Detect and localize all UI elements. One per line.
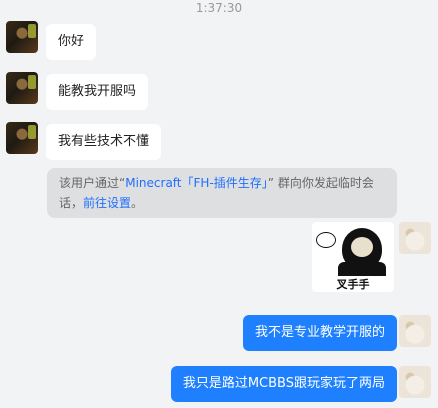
self-avatar[interactable] xyxy=(399,315,431,347)
go-to-settings-link[interactable]: 前往设置 xyxy=(83,196,131,210)
incoming-message: 能教我开服吗 xyxy=(46,74,149,110)
notice-prefix: 该用户通过 xyxy=(59,176,120,190)
contact-avatar[interactable] xyxy=(6,72,38,104)
notice-end: 。 xyxy=(131,196,144,210)
temp-session-notice: 该用户通过“Minecraft「FH-插件生存」” 群向你发起临时会话，前往设置… xyxy=(47,168,397,218)
contact-avatar[interactable] xyxy=(6,122,38,154)
incoming-message: 你好 xyxy=(46,24,97,60)
outgoing-message: 我不是专业教学开服的 xyxy=(242,315,397,351)
incoming-message: 我有些技术不懂 xyxy=(46,124,162,160)
panda-meme-body xyxy=(338,262,386,276)
sticker-caption: 叉手手 xyxy=(336,278,370,291)
chat-timestamp: 1:37:30 xyxy=(195,1,243,15)
outgoing-message: 我只是路过MCBBS跟玩家玩了两局 xyxy=(170,366,397,402)
sticker-message[interactable]: 叉手手 xyxy=(312,222,394,292)
self-avatar[interactable] xyxy=(399,366,431,398)
sticker-smoke-icon xyxy=(316,232,336,248)
contact-avatar[interactable] xyxy=(6,21,38,53)
self-avatar[interactable] xyxy=(399,222,431,254)
group-name-link[interactable]: Minecraft「FH-插件生存」 xyxy=(125,176,268,190)
